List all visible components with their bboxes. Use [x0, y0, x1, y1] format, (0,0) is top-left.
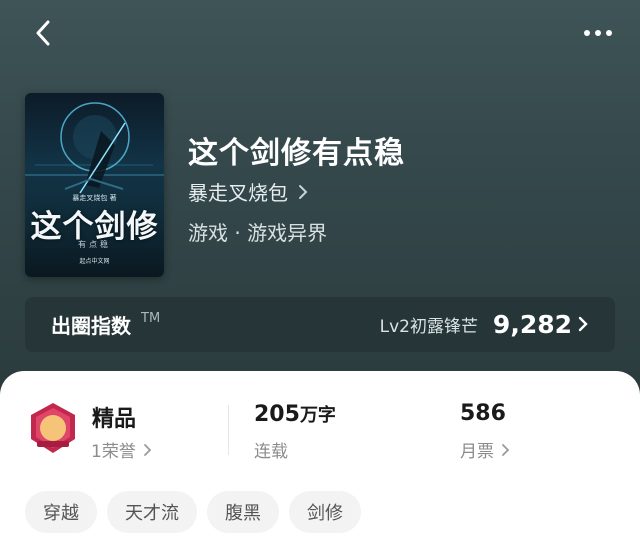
index-tm: TM [141, 311, 161, 326]
chevron-right-icon [578, 316, 588, 332]
stats-divider [228, 405, 229, 455]
cover-subtitle: 有点稳 [78, 240, 111, 249]
word-count-unit: 万字 [299, 405, 336, 426]
tag-chip[interactable]: 剑修 [289, 491, 361, 533]
tag-chip[interactable]: 穿越 [25, 491, 97, 533]
back-button[interactable] [26, 16, 60, 50]
book-hero: 暴走叉烧包 著 这个剑修 有点稳 起点中文网 这个剑修有点稳 暴走叉烧包 游戏 … [0, 0, 640, 400]
chevron-left-icon [36, 20, 50, 46]
author-name: 暴走叉烧包 [188, 181, 288, 205]
word-count: 205万字 [254, 401, 336, 427]
serial-status: 连载 [254, 442, 288, 462]
honor-link[interactable]: 1荣誉 [91, 437, 152, 462]
author-link[interactable]: 暴走叉烧包 [188, 177, 310, 206]
quality-badge-icon [31, 403, 75, 453]
genre-label: 游戏 · 游戏异界 [188, 221, 328, 245]
index-value: 9,282 [492, 310, 572, 339]
index-level: Lv2初露锋芒 [379, 317, 478, 337]
monthly-tickets-value: 586 [460, 401, 506, 426]
book-stats-card: 精品 1荣誉 205万字 连载 586 月票 穿越 天才流 腹黑 剑修 [0, 371, 640, 549]
word-count-value: 205 [254, 402, 300, 427]
monthly-tickets-label: 月票 [460, 442, 494, 462]
honor-count: 1荣誉 [91, 442, 136, 462]
chevron-right-icon [143, 443, 152, 456]
popularity-index-bar[interactable]: 出圈指数 TM Lv2初露锋芒 9,282 [25, 297, 615, 352]
index-label: 出圈指数 [51, 314, 131, 338]
quality-title: 精品 [92, 407, 137, 432]
tag-chip[interactable]: 腹黑 [207, 491, 279, 533]
monthly-tickets-link[interactable]: 月票 [460, 437, 510, 462]
tag-list: 穿越 天才流 腹黑 剑修 [25, 491, 361, 533]
chevron-right-icon [502, 443, 510, 456]
tag-chip[interactable]: 天才流 [107, 491, 197, 533]
book-title: 这个剑修有点稳 [188, 136, 405, 171]
cover-publisher: 起点中文网 [79, 258, 110, 265]
chevron-right-icon [299, 184, 308, 199]
more-dots-icon [584, 30, 590, 36]
book-cover[interactable]: 暴走叉烧包 著 这个剑修 有点稳 起点中文网 [25, 93, 164, 277]
more-button[interactable] [578, 18, 618, 48]
